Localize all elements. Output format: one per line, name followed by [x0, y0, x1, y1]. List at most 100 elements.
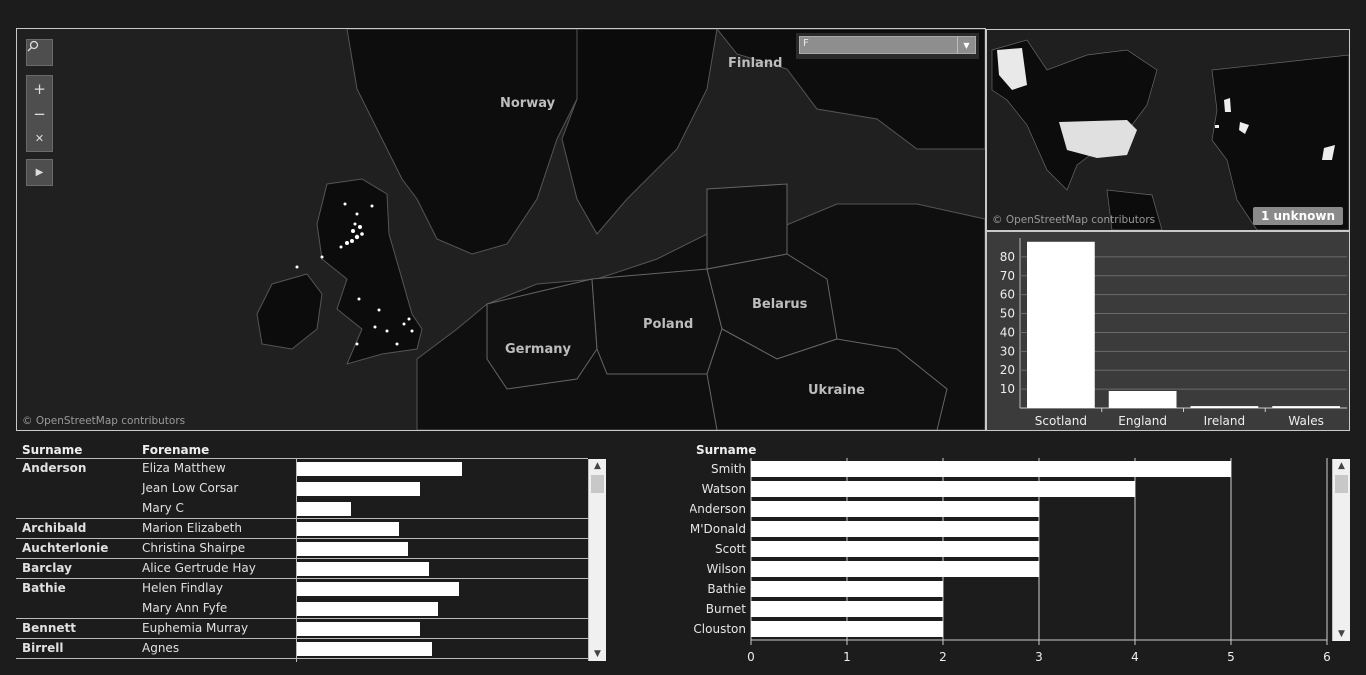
- value-bar[interactable]: [297, 582, 459, 596]
- chevron-down-icon[interactable]: ▼: [957, 37, 975, 53]
- forename-cell: Mary C: [142, 501, 184, 515]
- filter-dropdown[interactable]: F ▼: [796, 33, 979, 59]
- forename-cell: Eliza Matthew: [142, 461, 226, 475]
- map-attribution[interactable]: © OpenStreetMap contributors: [22, 415, 185, 427]
- scroll-thumb[interactable]: [591, 475, 604, 493]
- x-tick-label: Scotland: [1035, 414, 1087, 428]
- x-tick-label: Ireland: [1204, 414, 1246, 428]
- inset-map-canvas[interactable]: [987, 30, 1349, 230]
- forename-cell: Euphemia Murray: [142, 621, 249, 635]
- table-row[interactable]: Bennett Euphemia Murray: [16, 618, 588, 638]
- forename-cell: Marion Elizabeth: [142, 521, 242, 535]
- value-bar[interactable]: [297, 542, 408, 556]
- map-label-ukraine: Ukraine: [808, 383, 865, 398]
- map-search-tool[interactable]: [26, 39, 53, 66]
- value-bar[interactable]: [297, 562, 429, 576]
- y-tick-label: 40: [1000, 325, 1015, 339]
- surname-column-header[interactable]: Surname: [22, 443, 82, 457]
- y-tick-label: 50: [1000, 307, 1015, 321]
- names-table-scrollbar[interactable]: ▲ ▼: [588, 459, 606, 661]
- bar-burnet[interactable]: [751, 601, 943, 617]
- minus-icon[interactable]: −: [27, 101, 52, 126]
- inset-world-map[interactable]: © OpenStreetMap contributors 1 unknown: [986, 29, 1350, 231]
- forename-cell: Mary Ann Fyfe: [142, 601, 228, 615]
- x-tick-label: 1: [843, 650, 851, 664]
- value-bar[interactable]: [297, 522, 399, 536]
- map-label-finland: Finland: [728, 56, 783, 71]
- bar-mdonald[interactable]: [751, 521, 1039, 537]
- x-tick-label: 5: [1227, 650, 1235, 664]
- map-play-tool[interactable]: ▶: [26, 159, 53, 186]
- surname-cell: Archibald: [22, 521, 87, 535]
- value-bar[interactable]: [297, 502, 351, 516]
- bar-ireland[interactable]: [1190, 406, 1259, 408]
- table-row[interactable]: Mary C: [16, 498, 588, 518]
- x-tick-label: 6: [1323, 650, 1331, 664]
- map-canvas[interactable]: [17, 29, 985, 430]
- forename-cell: Alice Gertrude Hay: [142, 561, 256, 575]
- play-icon[interactable]: ▶: [27, 160, 52, 185]
- bar-clouston[interactable]: [751, 621, 943, 637]
- y-tick-label: 10: [1000, 382, 1015, 396]
- unknown-locations-badge[interactable]: 1 unknown: [1252, 207, 1343, 225]
- filter-value: F: [803, 38, 809, 49]
- y-tick-label: Wilson: [707, 562, 746, 576]
- forename-cell: Christina Shairpe: [142, 541, 246, 555]
- map-label-norway: Norway: [500, 96, 556, 111]
- bar-scott[interactable]: [751, 541, 1039, 557]
- table-top-border: [16, 458, 588, 459]
- x-tick-label: 0: [747, 650, 755, 664]
- surname-bar-chart: 0 1 2 3 4 5 6 Smith Watson Anderson M'Donald Scott W…: [689, 458, 1346, 668]
- search-icon[interactable]: [27, 40, 52, 65]
- value-bar[interactable]: [297, 642, 432, 656]
- map-label-germany: Germany: [505, 342, 571, 357]
- x-tick-label: 4: [1131, 650, 1139, 664]
- names-table: Anderson Eliza Matthew Jean Low Corsar Mary…: [16, 458, 605, 662]
- forename-cell: Jean Low Corsar: [142, 481, 239, 495]
- scroll-down-icon[interactable]: ▼: [1333, 627, 1350, 641]
- scroll-thumb[interactable]: [1335, 475, 1348, 493]
- scroll-up-icon[interactable]: ▲: [589, 459, 606, 473]
- table-row[interactable]: Mary Ann Fyfe: [16, 598, 588, 618]
- table-row[interactable]: Jean Low Corsar: [16, 478, 588, 498]
- y-tick-label: 70: [1000, 269, 1015, 283]
- y-tick-label: 60: [1000, 288, 1015, 302]
- surname-cell: Barclay: [22, 561, 72, 575]
- table-row[interactable]: Archibald Marion Elizabeth: [16, 518, 588, 538]
- scroll-up-icon[interactable]: ▲: [1333, 459, 1350, 473]
- bar-bathie[interactable]: [751, 581, 943, 597]
- scroll-down-icon[interactable]: ▼: [589, 647, 606, 661]
- table-row[interactable]: Auchterlonie Christina Shairpe: [16, 538, 588, 558]
- pin-clear-icon[interactable]: ✕: [27, 126, 52, 151]
- map-zoom-tools: + − ✕: [26, 75, 53, 152]
- bar-wales[interactable]: [1272, 406, 1340, 408]
- surname-chart-header[interactable]: Surname: [696, 443, 756, 457]
- filter-select[interactable]: F ▼: [799, 36, 976, 54]
- main-map[interactable]: Norway Finland Germany Poland Belarus Uk…: [16, 28, 986, 431]
- bar-watson[interactable]: [751, 481, 1135, 497]
- bar-smith[interactable]: [751, 461, 1231, 477]
- value-bar[interactable]: [297, 462, 462, 476]
- value-bar[interactable]: [297, 602, 438, 616]
- forename-cell: Agnes: [142, 641, 180, 655]
- table-row[interactable]: Bathie Helen Findlay: [16, 578, 588, 598]
- map-label-poland: Poland: [643, 317, 694, 332]
- bar-anderson[interactable]: [751, 501, 1039, 517]
- bar-wilson[interactable]: [751, 561, 1039, 577]
- country-chart-svg: 10 20 30 40 50 60 70 80 Scotland England Ireland Wa…: [1000, 238, 1347, 428]
- x-tick-label: England: [1118, 414, 1167, 428]
- table-row[interactable]: Anderson Eliza Matthew: [16, 458, 588, 478]
- value-bar[interactable]: [297, 622, 420, 636]
- table-row[interactable]: Barclay Alice Gertrude Hay: [16, 558, 588, 578]
- y-tick-label: Bathie: [707, 582, 746, 596]
- inset-attribution[interactable]: © OpenStreetMap contributors: [992, 214, 1155, 226]
- bar-england[interactable]: [1108, 391, 1177, 408]
- table-row[interactable]: Birrell Agnes: [16, 638, 588, 658]
- surname-chart-scrollbar[interactable]: ▲ ▼: [1332, 459, 1350, 641]
- forename-column-header[interactable]: Forename: [142, 443, 209, 457]
- plus-icon[interactable]: +: [27, 76, 52, 101]
- value-bar[interactable]: [297, 482, 420, 496]
- bar-scotland[interactable]: [1027, 241, 1095, 408]
- x-tick-label: 2: [939, 650, 947, 664]
- surname-cell: Auchterlonie: [22, 541, 109, 555]
